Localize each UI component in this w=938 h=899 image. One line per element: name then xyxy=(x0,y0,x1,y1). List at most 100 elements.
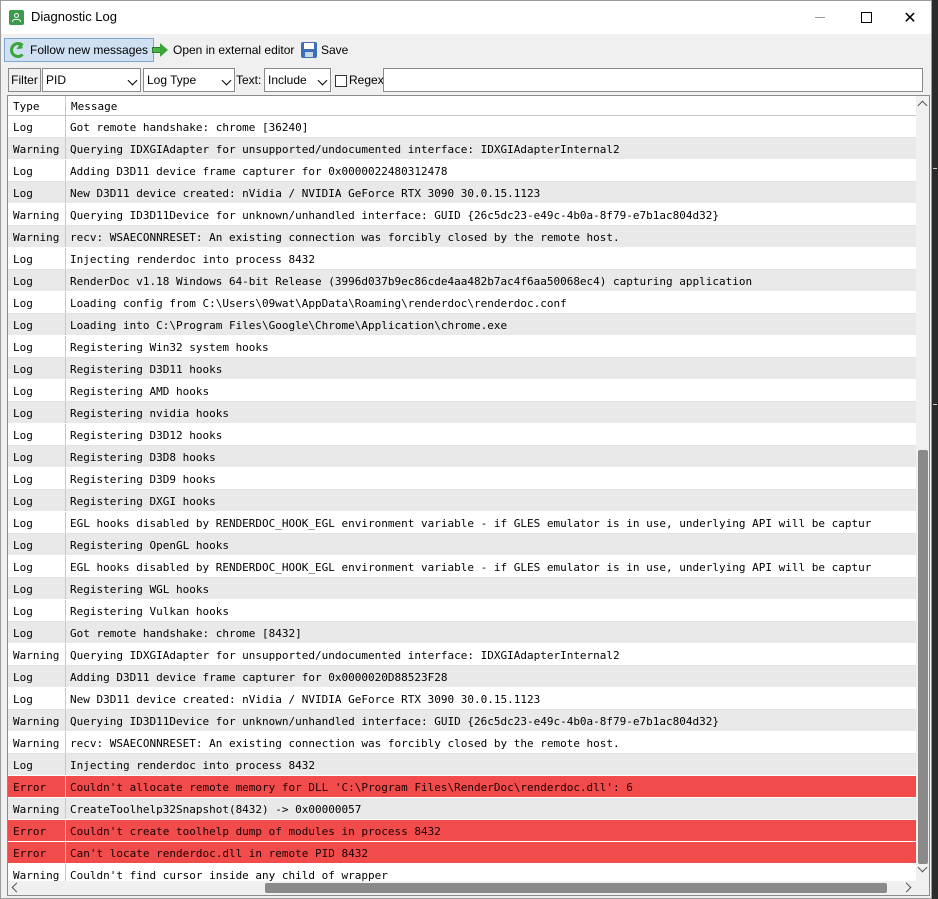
table-row[interactable]: Log New D3D11 device created: nVidia / NV… xyxy=(8,688,916,710)
cell-message: Got remote handshake: chrome [8432] xyxy=(70,627,302,640)
filter-bar: Filter PID Log Type Text: Include Regex xyxy=(1,65,931,93)
table-row[interactable]: Warning Querying ID3D11Device for unknown… xyxy=(8,710,916,732)
follow-new-messages-button[interactable]: Follow new messages xyxy=(4,38,155,62)
table-row[interactable]: Log Registering D3D11 hooks xyxy=(8,358,916,380)
cell-message: Querying ID3D11Device for unknown/unhand… xyxy=(70,209,720,222)
close-button[interactable]: ✕ xyxy=(887,1,933,34)
cell-message: CreateToolhelp32Snapshot(8432) -> 0x0000… xyxy=(70,803,362,816)
scroll-down-icon[interactable] xyxy=(917,862,928,873)
scroll-left-icon[interactable] xyxy=(11,882,22,893)
background-edge xyxy=(932,0,938,899)
filter-text-input[interactable] xyxy=(383,68,923,92)
table-row[interactable]: Log Injecting renderdoc into process 8432 xyxy=(8,754,916,776)
cell-message: Registering D3D12 hooks xyxy=(70,429,223,442)
cell-message: Injecting renderdoc into process 8432 xyxy=(70,759,316,772)
cell-message: Can't locate renderdoc.dll in remote PID… xyxy=(70,847,369,860)
table-row[interactable]: Log Got remote handshake: chrome [36240] xyxy=(8,116,916,138)
cell-type: Log xyxy=(8,182,66,203)
cell-message: Loading config from C:\Users\09wat\AppDa… xyxy=(70,297,567,310)
cell-message: Couldn't allocate remote memory for DLL … xyxy=(70,781,633,794)
table-row[interactable]: Log Injecting renderdoc into process 8432 xyxy=(8,248,916,270)
cell-type: Log xyxy=(8,314,66,335)
scroll-right-icon[interactable] xyxy=(901,882,912,893)
table-row[interactable]: Warning Querying IDXGIAdapter for unsuppo… xyxy=(8,644,916,666)
table-row[interactable]: Log Got remote handshake: chrome [8432] xyxy=(8,622,916,644)
table-row[interactable]: Log Registering WGL hooks xyxy=(8,578,916,600)
table-row[interactable]: Warning recv: WSAECONNRESET: An existing … xyxy=(8,226,916,248)
title-bar[interactable]: Diagnostic Log ✕ xyxy=(1,1,931,34)
save-label: Save xyxy=(321,43,349,57)
cell-message: Querying IDXGIAdapter for unsupported/un… xyxy=(70,143,620,156)
table-row[interactable]: Warning recv: WSAECONNRESET: An existing … xyxy=(8,732,916,754)
vertical-scrollbar[interactable] xyxy=(916,96,929,881)
table-row[interactable]: Error Can't locate renderdoc.dll in remot… xyxy=(8,842,916,864)
cell-message: New D3D11 device created: nVidia / NVIDI… xyxy=(70,693,541,706)
cell-type: Log xyxy=(8,116,66,137)
table-row[interactable]: Log Adding D3D11 device frame capturer fo… xyxy=(8,160,916,182)
diagnostic-log-window: Diagnostic Log ✕ Follow new messages Ope… xyxy=(0,0,932,899)
cell-message: Adding D3D11 device frame capturer for 0… xyxy=(70,671,448,684)
scroll-corner xyxy=(916,881,929,895)
cell-message: EGL hooks disabled by RENDERDOC_HOOK_EGL… xyxy=(70,561,872,574)
table-row[interactable]: Log Registering AMD hooks xyxy=(8,380,916,402)
window-title: Diagnostic Log xyxy=(31,9,117,24)
table-row[interactable]: Log EGL hooks disabled by RENDERDOC_HOOK_… xyxy=(8,512,916,534)
horizontal-scrollbar[interactable] xyxy=(8,881,916,895)
chevron-down-icon xyxy=(127,75,138,86)
column-header-type[interactable]: Type xyxy=(8,96,66,116)
minimize-button[interactable] xyxy=(797,1,843,34)
text-mode-dropdown[interactable]: Include xyxy=(264,68,331,92)
table-row[interactable]: Log Registering D3D12 hooks xyxy=(8,424,916,446)
table-row[interactable]: Log Loading into C:\Program Files\Google\… xyxy=(8,314,916,336)
table-row[interactable]: Log Registering D3D8 hooks xyxy=(8,446,916,468)
regex-label: Regex xyxy=(349,73,384,87)
table-row[interactable]: Log Registering D3D9 hooks xyxy=(8,468,916,490)
table-row[interactable]: Warning Querying IDXGIAdapter for unsuppo… xyxy=(8,138,916,160)
table-row[interactable]: Log Registering nvidia hooks xyxy=(8,402,916,424)
pid-filter-dropdown[interactable]: PID xyxy=(42,68,141,92)
table-row[interactable]: Log RenderDoc v1.18 Windows 64-bit Releas… xyxy=(8,270,916,292)
arrow-right-icon xyxy=(151,42,169,58)
maximize-button[interactable] xyxy=(843,1,889,34)
cell-type: Warning xyxy=(8,138,66,159)
table-row[interactable]: Log Registering Vulkan hooks xyxy=(8,600,916,622)
cell-type: Log xyxy=(8,688,66,709)
cell-message: Injecting renderdoc into process 8432 xyxy=(70,253,316,266)
cell-message: Couldn't find cursor inside any child of… xyxy=(70,869,388,881)
cell-type: Log xyxy=(8,248,66,269)
cell-type: Log xyxy=(8,578,66,599)
vertical-scroll-thumb[interactable] xyxy=(918,450,928,864)
table-header: Type Message xyxy=(8,96,916,116)
cell-message: Registering nvidia hooks xyxy=(70,407,229,420)
table-row[interactable]: Error Couldn't create toolhelp dump of mo… xyxy=(8,820,916,842)
table-row[interactable]: Log Registering DXGI hooks xyxy=(8,490,916,512)
table-row[interactable]: Log Registering OpenGL hooks xyxy=(8,534,916,556)
cell-type: Error xyxy=(8,820,66,841)
scroll-up-icon[interactable] xyxy=(917,100,928,111)
cell-message: Adding D3D11 device frame capturer for 0… xyxy=(70,165,448,178)
horizontal-scroll-thumb[interactable] xyxy=(265,883,887,893)
table-row[interactable]: Log Loading config from C:\Users\09wat\Ap… xyxy=(8,292,916,314)
table-row[interactable]: Warning Querying ID3D11Device for unknown… xyxy=(8,204,916,226)
cell-type: Log xyxy=(8,402,66,423)
save-button[interactable]: Save xyxy=(296,38,353,62)
cell-type: Warning xyxy=(8,798,66,819)
table-row[interactable]: Log EGL hooks disabled by RENDERDOC_HOOK_… xyxy=(8,556,916,578)
cell-type: Warning xyxy=(8,732,66,753)
table-row[interactable]: Warning Couldn't find cursor inside any c… xyxy=(8,864,916,881)
open-external-editor-button[interactable]: Open in external editor xyxy=(146,38,299,62)
table-row[interactable]: Warning CreateToolhelp32Snapshot(8432) ->… xyxy=(8,798,916,820)
cell-type: Log xyxy=(8,336,66,357)
table-row[interactable]: Log New D3D11 device created: nVidia / NV… xyxy=(8,182,916,204)
table-row[interactable]: Log Registering Win32 system hooks xyxy=(8,336,916,358)
cell-type: Warning xyxy=(8,644,66,665)
cell-message: Loading into C:\Program Files\Google\Chr… xyxy=(70,319,508,332)
regex-checkbox[interactable] xyxy=(335,75,347,87)
log-type-dropdown[interactable]: Log Type xyxy=(143,68,235,92)
table-row[interactable]: Log Adding D3D11 device frame capturer fo… xyxy=(8,666,916,688)
cell-message: Registering WGL hooks xyxy=(70,583,210,596)
minimize-icon xyxy=(815,17,825,18)
table-row[interactable]: Error Couldn't allocate remote memory for… xyxy=(8,776,916,798)
cell-type: Log xyxy=(8,292,66,313)
column-header-message[interactable]: Message xyxy=(66,96,916,116)
